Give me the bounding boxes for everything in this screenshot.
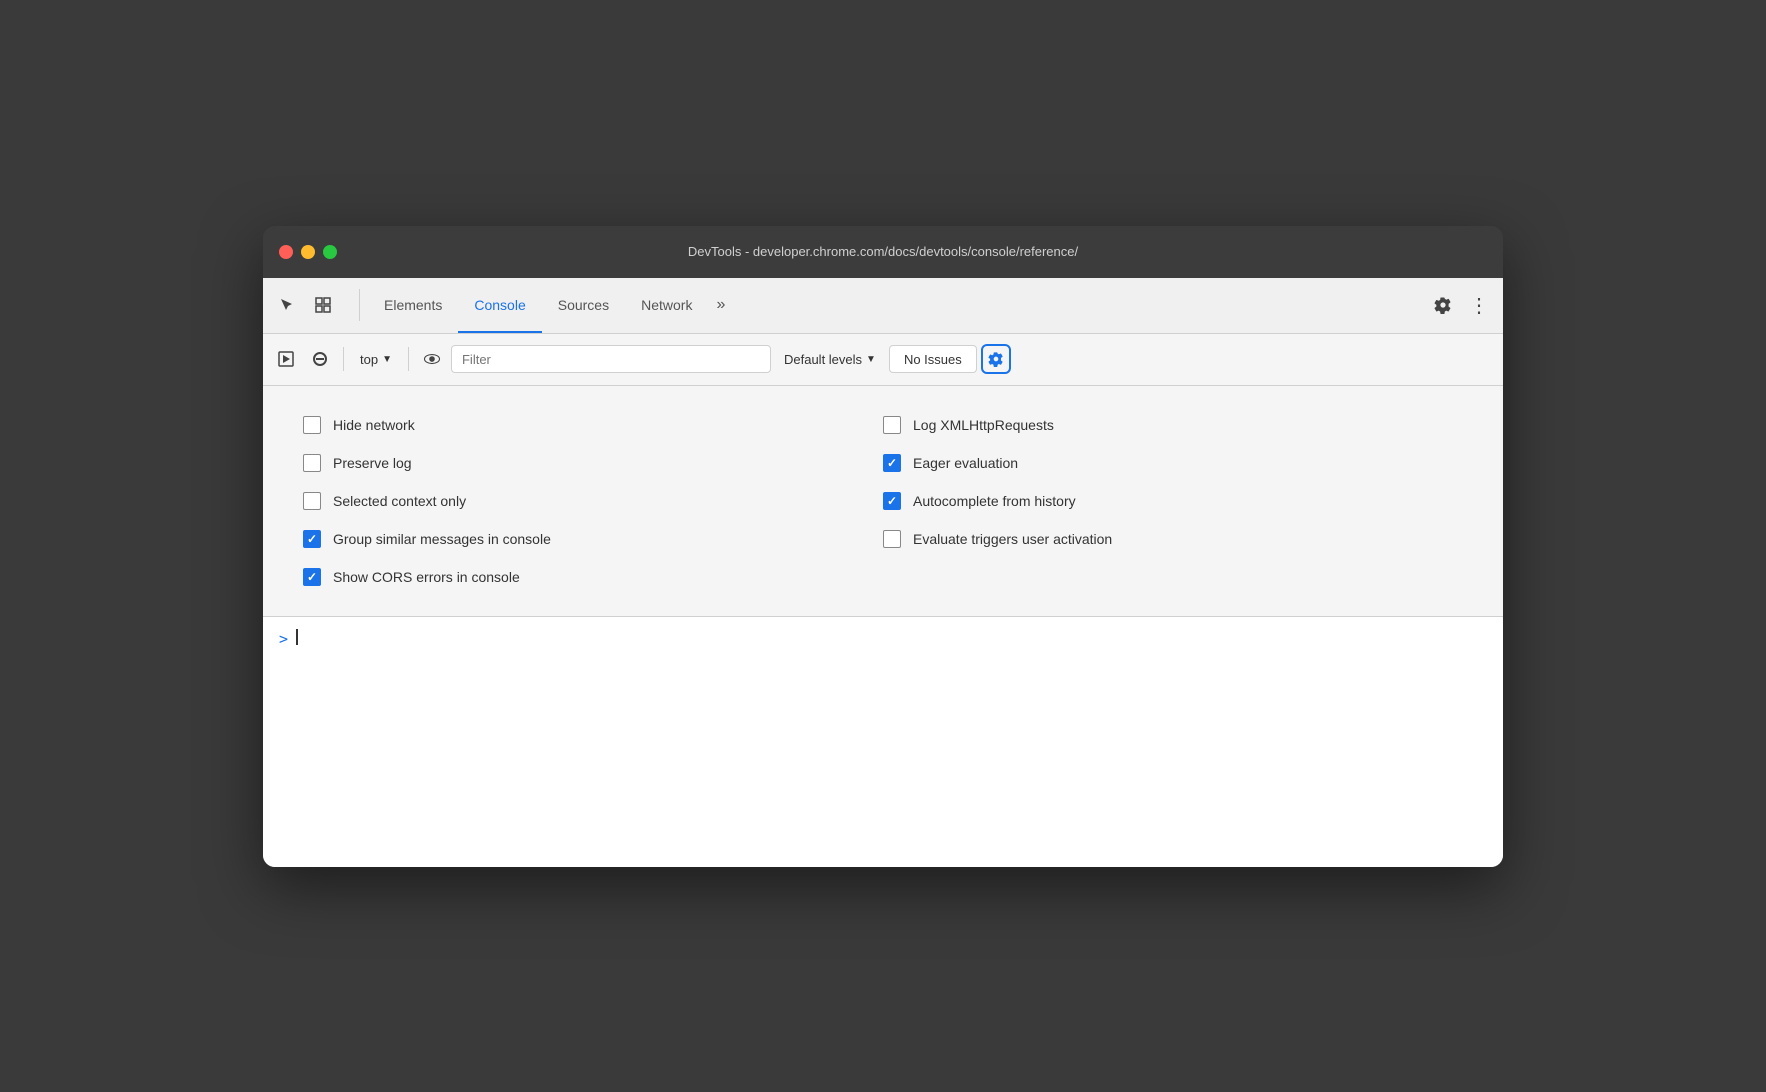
settings-grid: Hide network Preserve log Selected conte…	[303, 406, 1463, 596]
tabs-bar: Elements Console Sources Network »	[263, 278, 1503, 334]
eye-icon	[423, 350, 441, 368]
tabs-list: Elements Console Sources Network »	[368, 278, 1427, 333]
context-label: top	[360, 352, 378, 367]
setting-selected-context[interactable]: Selected context only	[303, 492, 883, 510]
checkbox-eager-eval[interactable]	[883, 454, 901, 472]
devtools-window: DevTools - developer.chrome.com/docs/dev…	[263, 226, 1503, 867]
checkbox-evaluate-triggers[interactable]	[883, 530, 901, 548]
cursor-icon	[279, 297, 295, 313]
tab-network[interactable]: Network	[625, 278, 708, 333]
checkbox-preserve-log[interactable]	[303, 454, 321, 472]
inspect-icon	[315, 297, 331, 313]
setting-hide-network[interactable]: Hide network	[303, 416, 883, 434]
window-title: DevTools - developer.chrome.com/docs/dev…	[688, 244, 1078, 259]
clear-console-icon	[312, 351, 328, 367]
levels-dropdown-icon: ▼	[866, 354, 876, 365]
toolbar-divider-1	[343, 347, 344, 371]
settings-left-column: Hide network Preserve log Selected conte…	[303, 406, 883, 596]
setting-eager-eval[interactable]: Eager evaluation	[883, 454, 1463, 472]
checkbox-log-xmlhttp[interactable]	[883, 416, 901, 434]
setting-group-similar[interactable]: Group similar messages in console	[303, 530, 883, 548]
console-settings-active-button[interactable]	[981, 344, 1011, 374]
console-settings-panel: Hide network Preserve log Selected conte…	[263, 386, 1503, 617]
run-script-icon	[278, 351, 294, 367]
context-selector[interactable]: top ▼	[352, 348, 400, 371]
tab-icon-group	[271, 289, 339, 321]
tab-sources[interactable]: Sources	[542, 278, 625, 333]
eye-icon-button[interactable]	[417, 344, 447, 374]
levels-label: Default levels	[784, 352, 862, 367]
minimize-button[interactable]	[301, 245, 315, 259]
tab-divider	[359, 289, 360, 321]
traffic-lights	[279, 245, 337, 259]
settings-button[interactable]	[1427, 289, 1459, 321]
context-dropdown-icon: ▼	[382, 354, 392, 365]
console-toolbar: top ▼ Default levels ▼ No Issues	[263, 334, 1503, 386]
checkbox-hide-network[interactable]	[303, 416, 321, 434]
maximize-button[interactable]	[323, 245, 337, 259]
console-settings-active-icon	[988, 351, 1004, 367]
setting-preserve-log[interactable]: Preserve log	[303, 454, 883, 472]
filter-input[interactable]	[451, 345, 771, 373]
more-options-button[interactable]: ⋮	[1463, 289, 1495, 321]
setting-evaluate-triggers[interactable]: Evaluate triggers user activation	[883, 530, 1463, 548]
toolbar-divider-2	[408, 347, 409, 371]
inspect-icon-button[interactable]	[307, 289, 339, 321]
settings-icon	[1434, 296, 1452, 314]
setting-show-cors[interactable]: Show CORS errors in console	[303, 568, 883, 586]
setting-log-xmlhttp[interactable]: Log XMLHttpRequests	[883, 416, 1463, 434]
checkbox-group-similar[interactable]	[303, 530, 321, 548]
tab-elements[interactable]: Elements	[368, 278, 458, 333]
run-script-button[interactable]	[271, 344, 301, 374]
titlebar: DevTools - developer.chrome.com/docs/dev…	[263, 226, 1503, 278]
tabs-more-button[interactable]: »	[708, 296, 733, 314]
console-cursor	[296, 629, 298, 647]
settings-right-column: Log XMLHttpRequests Eager evaluation Aut…	[883, 406, 1463, 596]
setting-autocomplete[interactable]: Autocomplete from history	[883, 492, 1463, 510]
console-prompt: >	[279, 630, 288, 648]
no-issues-button[interactable]: No Issues	[889, 345, 977, 373]
checkbox-show-cors[interactable]	[303, 568, 321, 586]
more-options-icon: ⋮	[1469, 293, 1489, 318]
clear-console-button[interactable]	[305, 344, 335, 374]
console-input-area[interactable]: >	[263, 617, 1503, 867]
devtools-body: Elements Console Sources Network »	[263, 278, 1503, 867]
checkbox-selected-context[interactable]	[303, 492, 321, 510]
tabs-actions: ⋮	[1427, 289, 1495, 321]
checkbox-autocomplete[interactable]	[883, 492, 901, 510]
cursor-icon-button[interactable]	[271, 289, 303, 321]
tab-console[interactable]: Console	[458, 278, 541, 333]
log-levels-selector[interactable]: Default levels ▼	[775, 347, 885, 372]
close-button[interactable]	[279, 245, 293, 259]
